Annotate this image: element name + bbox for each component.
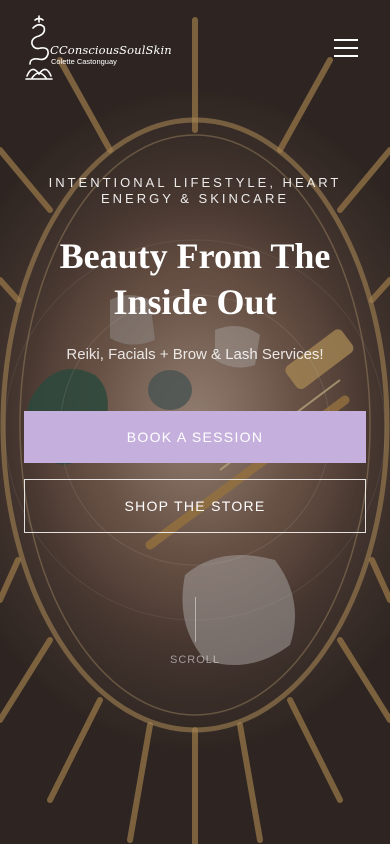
brand-subtitle: Colette Castonguay [51, 57, 117, 66]
scroll-indicator-line [195, 597, 196, 642]
hero-headline: Beauty From The Inside Out [59, 236, 331, 322]
scroll-label[interactable]: SCROLL [145, 654, 245, 666]
hamburger-line [334, 39, 358, 41]
brand-title: CConsciousSoulSkin [50, 43, 172, 57]
menu-button[interactable] [332, 36, 360, 60]
hamburger-line [334, 47, 358, 49]
hamburger-line [334, 55, 358, 57]
hero-subhead: Reiki, Facials + Brow & Lash Services! [66, 346, 324, 363]
hero-section: CConsciousSoulSkin Colette Castonguay IN… [0, 0, 390, 844]
brand-logo[interactable]: CConsciousSoulSkin Colette Castonguay [24, 14, 172, 82]
book-session-button[interactable]: BOOK A SESSION [24, 411, 366, 463]
shop-store-button[interactable]: SHOP THE STORE [24, 479, 366, 533]
hero-eyebrow: INTENTIONAL LIFESTYLE, HEART ENERGY & SK… [48, 175, 342, 206]
